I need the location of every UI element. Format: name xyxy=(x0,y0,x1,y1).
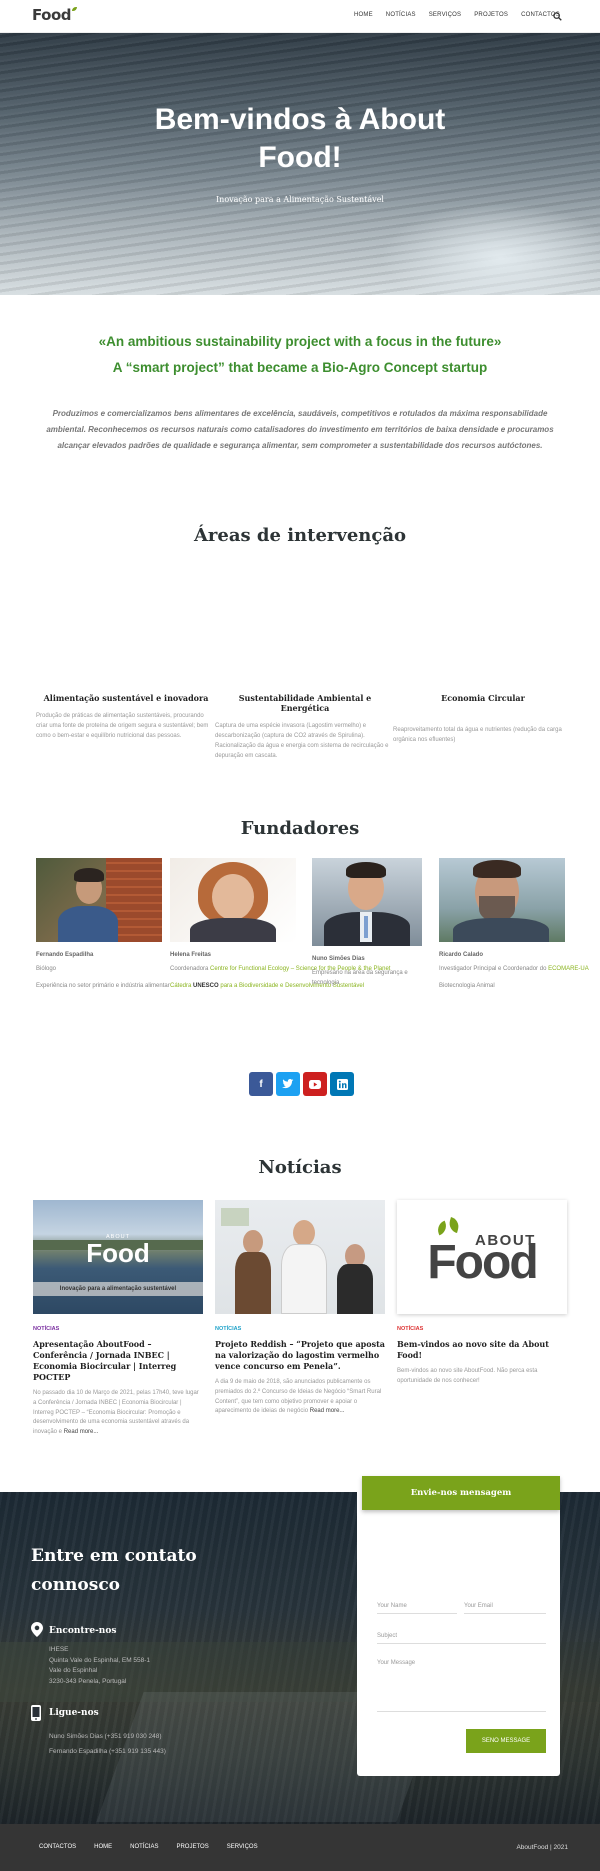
contact-title: Entre em contato connosco xyxy=(31,1546,197,1595)
news-category[interactable]: NOTÍCIAS xyxy=(215,1326,385,1332)
area-title: Sustentabilidade Ambiental e Energética xyxy=(238,693,372,713)
founder-card: Ricardo Calado Investigador Principal e … xyxy=(439,858,589,991)
find-us-heading: Encontre-nos xyxy=(49,1626,117,1636)
founder-photo xyxy=(439,858,565,942)
overlay-caption: Inovação para a alimentação sustentável xyxy=(33,1282,203,1296)
news-image[interactable] xyxy=(215,1200,385,1314)
founder-photo xyxy=(312,858,422,946)
footer-nav-projetos[interactable]: PROJETOS xyxy=(176,1844,208,1850)
news-excerpt: A dia 9 de maio de 2018, são anunciados … xyxy=(215,1379,382,1415)
nav-projetos[interactable]: PROJETOS xyxy=(474,12,508,18)
subject-field[interactable]: Subject xyxy=(377,1633,546,1644)
phone-list: Nuno Simões Dias (+351 919 030 248) Fern… xyxy=(49,1729,166,1759)
read-more-link[interactable]: Read more... xyxy=(310,1408,345,1414)
ecomare-link[interactable]: ECOMARE-UA xyxy=(548,966,589,972)
hero-subtitle: Inovação para a Alimentação Sustentável xyxy=(216,195,384,204)
phone-nuno[interactable]: Nuno Simões Dias (+351 919 030 248) xyxy=(49,1729,166,1744)
news-headline[interactable]: Apresentação AboutFood – Conferência / J… xyxy=(33,1339,203,1383)
nav-servicos[interactable]: SERVIÇOS xyxy=(429,12,462,18)
email-field[interactable]: Your Email xyxy=(464,1603,546,1614)
area-title: Alimentação sustentável e inovadora xyxy=(43,693,209,703)
copyright: AboutFood | 2021 xyxy=(516,1844,568,1851)
intro-paragraph: Produzimos e comercializamos bens alimen… xyxy=(46,409,554,450)
tagline-smart-project: A “smart project” that became a Bio-Agro… xyxy=(112,360,488,375)
footer-nav-noticias[interactable]: NOTÍCIAS xyxy=(130,1844,158,1850)
news-category[interactable]: NOTÍCIAS xyxy=(397,1326,567,1332)
founder-card: Nuno Simões Dias Empresário na área da s… xyxy=(312,858,422,988)
area-item: Sustentabilidade Ambiental e Energética … xyxy=(215,693,395,761)
name-field[interactable]: Your Name xyxy=(377,1603,457,1614)
founder-role: Biólogo xyxy=(36,966,57,972)
main-nav: HOME NOTÍCIAS SERVIÇOS PROJETOS CONTACTO… xyxy=(354,12,560,18)
nav-home[interactable]: HOME xyxy=(354,12,373,18)
logo-wordmark: Food xyxy=(32,6,72,24)
facebook-icon[interactable]: f xyxy=(249,1072,273,1096)
hero-title: Bem-vindos à About Food! xyxy=(154,103,446,174)
founder-experience: Experiência no setor primário e indústri… xyxy=(36,982,170,989)
news-card[interactable]: NOTÍCIAS Projeto Reddish – “Projeto que … xyxy=(215,1200,385,1417)
news-card[interactable]: ABOUT Food NOTÍCIAS Bem-vindos ao novo s… xyxy=(397,1200,567,1387)
founder-role: Investigador Principal e Coordenador do … xyxy=(439,966,589,972)
footer-nav-servicos[interactable]: SERVIÇOS xyxy=(227,1844,258,1850)
call-us-heading: Ligue-nos xyxy=(49,1708,99,1718)
news-headline[interactable]: Bem-vindos ao novo site da About Food! xyxy=(397,1339,567,1361)
area-text: Produção de práticas de alimentação sust… xyxy=(36,713,209,739)
founder-area: Biotecnologia Animal xyxy=(439,982,495,989)
news-card[interactable]: ABOUT Food Inovação para a alimentação s… xyxy=(33,1200,203,1438)
read-more-link[interactable]: Read more... xyxy=(64,1429,99,1435)
send-message-button[interactable]: SENO MESSAGE xyxy=(466,1729,546,1753)
twitter-icon[interactable] xyxy=(276,1072,300,1096)
location-pin-icon xyxy=(31,1622,43,1637)
news-excerpt: Bem-vindos ao novo site AboutFood. Não p… xyxy=(397,1368,538,1384)
address-block: IHESE Quinta Vale do Espinhal, EM 558-1 … xyxy=(49,1646,151,1685)
founders-title: Fundadores xyxy=(240,818,360,839)
area-item: Economia Circular Reaproveitamento total… xyxy=(393,693,573,745)
founder-name: Ricardo Calado xyxy=(439,952,484,958)
social-links: f xyxy=(249,1072,354,1096)
form-title: Envie-nos mensagem xyxy=(362,1476,560,1510)
nav-noticias[interactable]: NOTÍCIAS xyxy=(386,12,416,18)
areas-title: Áreas de intervenção xyxy=(193,525,407,546)
area-text: Captura de uma espécie invasora (Lagosti… xyxy=(215,723,389,759)
founder-name: Fernando Espadilha xyxy=(36,952,94,958)
hero-banner: Bem-vindos à About Food! Inovação para a… xyxy=(0,33,600,295)
area-title: Economia Circular xyxy=(441,693,525,703)
phone-fernando[interactable]: Fernando Espadilha (+351 919 135 443) xyxy=(49,1744,166,1759)
founder-photo xyxy=(170,858,296,942)
founder-role: Empresário na área da segurança e tecnol… xyxy=(312,970,408,986)
footer-nav-home[interactable]: HOME xyxy=(94,1844,112,1850)
big-logo: Food xyxy=(427,1236,538,1289)
leaf-icon xyxy=(72,7,77,11)
area-item: Alimentação sustentável e inovadora Prod… xyxy=(36,693,216,741)
footer-nav: CONTACTOS HOME NOTÍCIAS PROJETOS SERVIÇO… xyxy=(39,1844,258,1850)
news-image[interactable]: ABOUT Food xyxy=(397,1200,567,1314)
news-image[interactable]: ABOUT Food Inovação para a alimentação s… xyxy=(33,1200,203,1314)
news-excerpt: No passado dia 10 de Março de 2021, pela… xyxy=(33,1390,199,1436)
youtube-icon[interactable] xyxy=(303,1072,327,1096)
founder-photo xyxy=(36,858,162,942)
overlay-logo: Food xyxy=(86,1238,150,1268)
site-footer: CONTACTOS HOME NOTÍCIAS PROJETOS SERVIÇO… xyxy=(0,1824,600,1871)
founder-name: Nuno Simões Dias xyxy=(312,956,365,962)
area-text: Reaproveitamento total da água e nutrien… xyxy=(393,727,562,743)
message-field[interactable]: Your Message xyxy=(377,1660,546,1712)
news-headline[interactable]: Projeto Reddish – “Projeto que aposta na… xyxy=(215,1339,385,1372)
site-logo[interactable]: Food xyxy=(32,7,77,23)
founder-card: Fernando Espadilha Biólogo Experiência n… xyxy=(36,858,170,991)
news-title: Notícias xyxy=(258,1157,342,1178)
news-category[interactable]: NOTÍCIAS xyxy=(33,1326,203,1332)
footer-nav-contactos[interactable]: CONTACTOS xyxy=(39,1844,76,1850)
linkedin-icon[interactable] xyxy=(330,1072,354,1096)
tagline-quote: «An ambitious sustainability project wit… xyxy=(98,334,502,349)
site-header: Food HOME NOTÍCIAS SERVIÇOS PROJETOS CON… xyxy=(0,0,600,33)
mobile-phone-icon xyxy=(31,1705,41,1721)
search-icon[interactable] xyxy=(553,12,562,21)
